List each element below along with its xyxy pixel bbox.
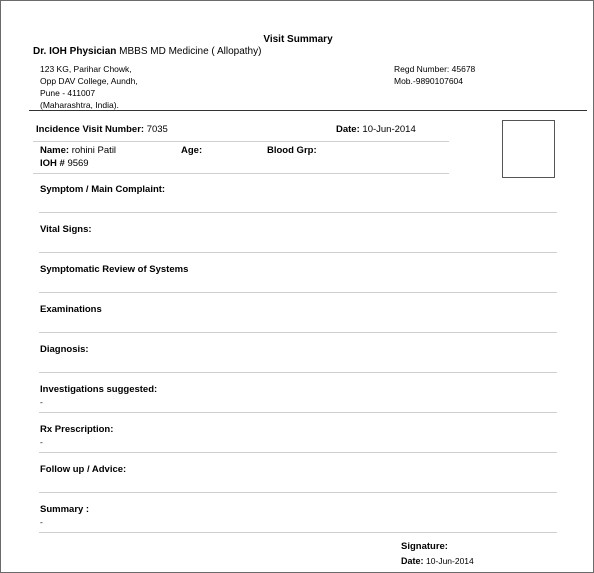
section-follow-up-label: Follow up / Advice: (40, 464, 127, 475)
section-divider (39, 452, 557, 453)
address-line: 123 KG, Parihar Chowk, (40, 64, 132, 74)
section-investigations-label: Investigations suggested: (40, 384, 158, 395)
patient-photo-box (502, 120, 555, 178)
section-prescription-label: Rx Prescription: (40, 424, 114, 435)
visit-date-label: Date: (336, 124, 360, 135)
section-symptom-label: Symptom / Main Complaint: (40, 184, 166, 195)
mobile-number: Mob.-9890107604 (394, 76, 464, 86)
patient-name-value: rohini Patil (71, 145, 117, 156)
ioh-number: IOH # 9569 (40, 158, 89, 169)
visit-date-value: 10-Jun-2014 (362, 124, 416, 135)
section-summary-value: - (40, 517, 43, 527)
patient-name-label: Name: (40, 145, 70, 156)
registration-info: Regd Number: 45678 Mob.-9890107604 (394, 63, 475, 87)
section-divider (39, 332, 557, 333)
doctor-header: Dr. IOH Physician MBBS MD Medicine ( All… (33, 46, 261, 57)
signature-date-label: Date: (401, 556, 424, 566)
clinic-address: 123 KG, Parihar Chowk, Opp DAV College, … (40, 63, 138, 111)
signature-date: Date: 10-Jun-2014 (401, 556, 474, 566)
signature-date-value: 10-Jun-2014 (426, 556, 474, 566)
incidence-visit: Incidence Visit Number: 7035 (36, 124, 168, 135)
section-vital-signs-label: Vital Signs: (40, 224, 92, 235)
regd-number: Regd Number: 45678 (394, 64, 476, 74)
section-divider (39, 292, 557, 293)
visit-date: Date: 10-Jun-2014 (336, 124, 416, 135)
visit-summary-page: Visit Summary Dr. IOH Physician MBBS MD … (0, 0, 594, 573)
address-line: Opp DAV College, Aundh, (40, 76, 138, 86)
blood-group: Blood Grp: (267, 145, 317, 156)
incidence-value: 7035 (146, 124, 168, 135)
section-review-systems-label: Symptomatic Review of Systems (40, 264, 189, 275)
section-divider (39, 212, 557, 213)
section-prescription-value: - (40, 437, 43, 447)
section-summary-label: Summary : (40, 504, 90, 515)
doctor-qualification: MBBS MD Medicine ( Allopathy) (119, 46, 262, 57)
section-divider (39, 412, 557, 413)
section-divider (39, 492, 557, 493)
incidence-label: Incidence Visit Number: (36, 124, 145, 135)
section-investigations-value: - (40, 397, 43, 407)
address-line: Pune - 411007 (40, 88, 96, 98)
patient-age-label: Age: (181, 145, 203, 156)
patient-age: Age: (181, 145, 202, 156)
section-divider (39, 532, 557, 533)
section-divider (39, 252, 557, 253)
doctor-name: Dr. IOH Physician (33, 46, 117, 57)
patient-name: Name: rohini Patil (40, 145, 116, 156)
signature-label: Signature: (401, 541, 448, 552)
blood-group-label: Blood Grp: (267, 145, 317, 156)
document-title: Visit Summary (263, 34, 333, 45)
ioh-label: IOH # (40, 158, 65, 169)
row-divider (33, 173, 449, 174)
section-examinations-label: Examinations (40, 304, 102, 315)
row-divider (33, 141, 449, 142)
section-divider (39, 372, 557, 373)
section-diagnosis-label: Diagnosis: (40, 344, 89, 355)
header-divider (29, 110, 587, 111)
ioh-value: 9569 (67, 158, 89, 169)
